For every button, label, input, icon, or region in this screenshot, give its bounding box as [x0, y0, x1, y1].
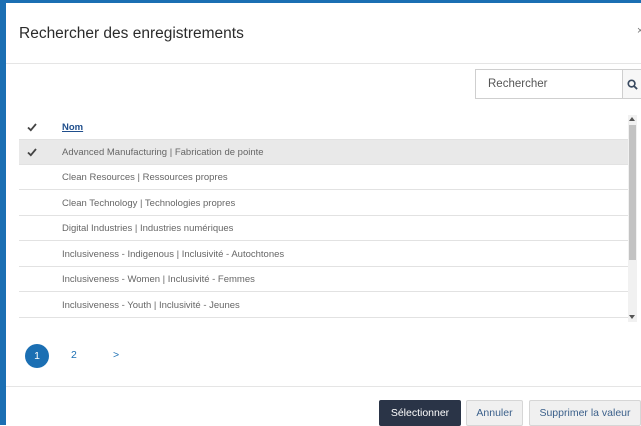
search-input[interactable] — [475, 69, 634, 99]
dialog-footer: Sélectionner Annuler Supprimer la valeur — [6, 386, 641, 426]
scroll-down-icon[interactable] — [629, 315, 635, 319]
row-label: Inclusiveness - Indigenous | Inclusivité… — [62, 249, 285, 260]
row-label: Inclusiveness - Women | Inclusivité - Fe… — [62, 274, 255, 285]
table-row[interactable]: Inclusiveness - Indigenous | Inclusivité… — [19, 242, 628, 267]
next-page-button[interactable]: > — [113, 349, 119, 361]
table-row[interactable]: Advanced Manufacturing | Fabrication de … — [19, 140, 628, 165]
row-label: Digital Industries | Industries numériqu… — [62, 223, 234, 234]
close-icon[interactable]: × — [637, 25, 641, 37]
scroll-up-icon[interactable] — [629, 117, 635, 121]
table-row[interactable]: Inclusiveness - Youth | Inclusivité - Je… — [19, 293, 628, 318]
table-row[interactable]: Clean Resources | Ressources propres — [19, 165, 628, 190]
row-label: Advanced Manufacturing | Fabrication de … — [62, 147, 264, 158]
table-scrollbar[interactable] — [628, 115, 637, 322]
table-row[interactable]: Digital Industries | Industries numériqu… — [19, 216, 628, 241]
table-row[interactable]: Inclusiveness - Women | Inclusivité - Fe… — [19, 267, 628, 292]
search-icon — [626, 78, 638, 90]
checkmark-icon[interactable] — [26, 146, 38, 158]
row-label: Clean Resources | Ressources propres — [62, 172, 228, 183]
cancel-button[interactable]: Annuler — [466, 400, 523, 426]
clear-value-button[interactable]: Supprimer la valeur — [529, 400, 641, 426]
scrollbar-thumb[interactable] — [629, 125, 636, 260]
table-row[interactable]: Clean Technology | Technologies propres — [19, 191, 628, 216]
search-button[interactable] — [622, 69, 641, 99]
row-label: Inclusiveness - Youth | Inclusivité - Je… — [62, 300, 240, 311]
dialog-title: Rechercher des enregistrements — [19, 25, 244, 42]
lookup-dialog: Rechercher des enregistrements × Nom Adv… — [6, 3, 641, 426]
page-2-button[interactable]: 2 — [71, 349, 77, 361]
search-box — [475, 69, 641, 99]
records-table: Nom Advanced Manufacturing | Fabrication… — [19, 115, 635, 322]
select-button[interactable]: Sélectionner — [379, 400, 461, 426]
page-1-button[interactable]: 1 — [25, 344, 49, 368]
table-header-row: Nom — [19, 115, 628, 140]
dialog-header: Rechercher des enregistrements × — [6, 3, 641, 64]
check-all-icon[interactable] — [26, 121, 38, 133]
column-header-name[interactable]: Nom — [62, 122, 83, 133]
row-label: Clean Technology | Technologies propres — [62, 198, 236, 209]
